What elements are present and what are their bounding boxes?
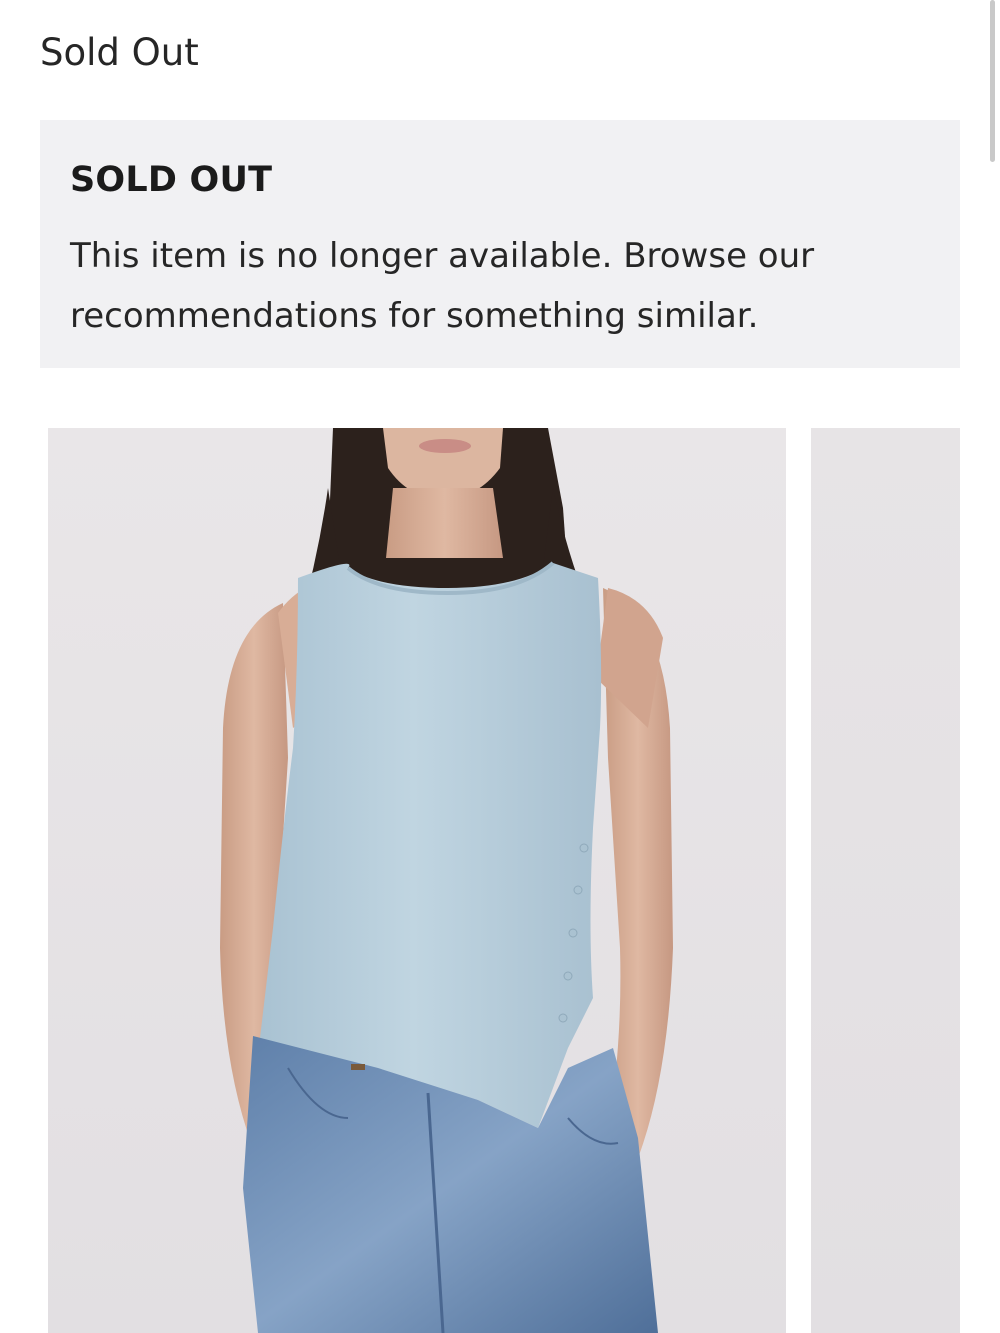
product-photo — [48, 428, 786, 1333]
page-title: Sold Out — [40, 31, 199, 74]
notice-heading: SOLD OUT — [70, 160, 273, 200]
product-image-next[interactable] — [811, 428, 960, 1333]
page: Sold Out SOLD OUT This item is no longer… — [0, 0, 1000, 1333]
page-scrollbar[interactable] — [990, 0, 995, 162]
sold-out-notice: SOLD OUT This item is no longer availabl… — [40, 120, 960, 368]
notice-message: This item is no longer available. Browse… — [70, 236, 815, 336]
product-image-main[interactable] — [48, 428, 786, 1333]
product-image-carousel[interactable] — [40, 428, 960, 1333]
